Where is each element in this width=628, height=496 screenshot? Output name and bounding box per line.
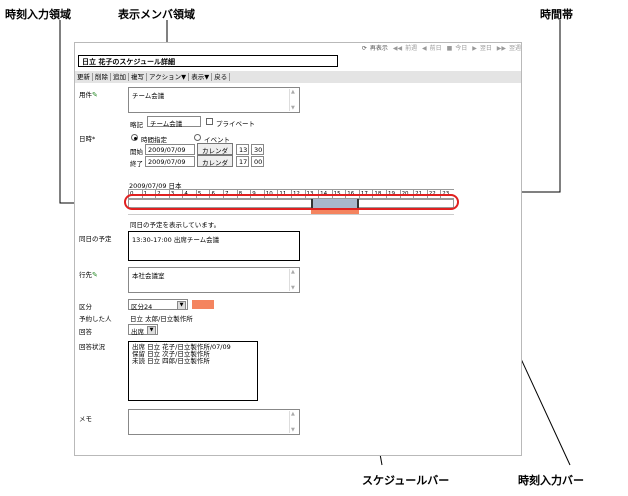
answer-status-box: 出席 日立 花子/日立製作所/07/09 保留 日立 次子/日立製作所 未読 日… <box>128 341 258 401</box>
end-date-input[interactable]: 2009/07/09 <box>145 156 195 167</box>
answer-label: 回答 <box>79 328 92 336</box>
subject-textarea[interactable]: チーム会議 ▲ ▼ <box>128 87 300 113</box>
pencil-icon: ✎ <box>92 91 98 99</box>
datetime-label: 日時* <box>79 135 96 143</box>
end-minute-input[interactable]: 00 <box>251 156 264 167</box>
same-day-label: 同日の予定 <box>79 235 112 243</box>
page-title: 日立 花子のスケジュール詳細 <box>78 55 338 67</box>
redisplay-link[interactable]: ⟳ 再表示 <box>362 45 388 52</box>
destination-label: 行先✎ <box>79 271 98 279</box>
update-button[interactable]: 更新 <box>75 73 93 81</box>
action-menu[interactable]: アクション▼ <box>147 73 190 81</box>
event-radio[interactable] <box>194 134 201 141</box>
destination-textarea[interactable]: 本社会議室 ▲ ▼ <box>128 267 300 293</box>
abbr-input[interactable]: チーム会議 <box>147 116 201 128</box>
callout-time-input-area: 時刻入力領域 <box>5 8 71 21</box>
end-hour-input[interactable]: 17 <box>236 156 249 167</box>
copy-button[interactable]: 複写 <box>129 73 147 81</box>
answer-status-line: 未読 日立 四郎/日立製作所 <box>132 357 210 365</box>
reserved-by-label: 予約した人 <box>79 315 112 323</box>
answer-select[interactable]: 出席 ▼ <box>128 324 158 336</box>
schedule-detail-panel: ⟳ 再表示 ◀◀ 前週 ◀ 前日 ■ 今日 ▶ 翌日 ▶▶ 翌週 日立 花子のスケジュール詳… <box>74 42 522 456</box>
callout-schedule-bar: スケジュールバー <box>362 474 450 487</box>
time-specified-label: 時間指定 <box>141 136 167 144</box>
timeline-note: 同日の予定を表示しています。 <box>130 221 221 229</box>
add-button[interactable]: 追加 <box>111 73 129 81</box>
private-checkbox[interactable] <box>206 118 213 125</box>
callout-display-member-area: 表示メンバ領域 <box>118 8 195 21</box>
next-day-link[interactable]: ▶ 翌日 <box>472 45 492 52</box>
start-hour-input[interactable]: 13 <box>236 144 249 155</box>
abbr-label: 略記 <box>130 121 143 129</box>
start-label: 開始 <box>130 148 143 156</box>
answer-status-label: 回答状況 <box>79 343 105 351</box>
time-input-area-highlight <box>124 194 459 210</box>
category-label: 区分 <box>79 303 92 311</box>
same-day-box: 13:30-17:00 出席チーム会議 <box>128 231 300 261</box>
chevron-down-icon: ▼ <box>177 301 186 310</box>
delete-button[interactable]: 削除 <box>93 73 111 81</box>
pencil-icon: ✎ <box>92 271 98 279</box>
private-label: プライベート <box>216 120 255 128</box>
start-calendar-button[interactable]: カレンダ <box>197 143 233 155</box>
chevron-down-icon: ▼ <box>147 326 156 335</box>
reserved-by-value: 日立 太郎/日立製作所 <box>130 315 193 323</box>
start-date-input[interactable]: 2009/07/09 <box>145 144 195 155</box>
start-minute-input[interactable]: 30 <box>251 144 264 155</box>
prev-day-link[interactable]: ◀ 前日 <box>422 45 442 52</box>
date-navigation: ⟳ 再表示 ◀◀ 前週 ◀ 前日 ■ 今日 ▶ 翌日 ▶▶ 翌週 <box>75 43 521 54</box>
end-label: 終了 <box>130 160 143 168</box>
next-week-link[interactable]: ▶▶ 翌週 <box>497 45 521 52</box>
view-menu[interactable]: 表示▼ <box>189 73 213 81</box>
callout-time-zone: 時間帯 <box>540 8 573 21</box>
category-select[interactable]: 区分24 ▼ <box>128 299 188 311</box>
memo-textarea[interactable]: ▲ ▼ <box>128 409 300 435</box>
subject-label: 用件✎ <box>79 91 98 99</box>
memo-label: メモ <box>79 415 92 423</box>
end-calendar-button[interactable]: カレンダ <box>197 155 233 167</box>
callout-time-input-bar: 時刻入力バー <box>518 474 584 487</box>
today-link[interactable]: ■ 今日 <box>447 45 468 52</box>
category-color-swatch <box>192 300 214 309</box>
prev-week-link[interactable]: ◀◀ 前週 <box>393 45 417 52</box>
back-button[interactable]: 戻る <box>212 73 231 81</box>
time-specified-radio[interactable] <box>131 134 138 141</box>
toolbar: 更新 削除 追加 複写 アクション▼ 表示▼ 戻る <box>75 71 521 83</box>
